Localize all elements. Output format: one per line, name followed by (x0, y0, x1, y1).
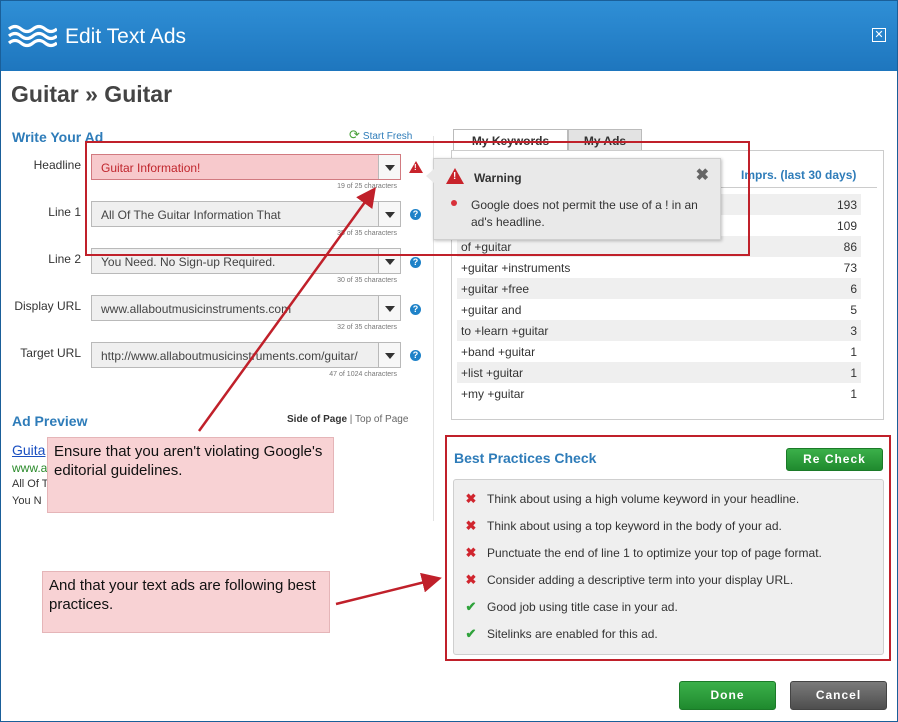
wave-logo-icon (7, 24, 57, 48)
top-of-page-tab[interactable]: Top of Page (355, 414, 408, 425)
editorial-guidelines-callout: Ensure that you aren't violating Google'… (47, 437, 334, 513)
keyword-impressions: 5 (850, 303, 857, 317)
impressions-column-header[interactable]: Imprs. (last 30 days) (741, 168, 856, 182)
keyword-impressions: 73 (843, 261, 857, 275)
cancel-button[interactable]: Cancel (790, 681, 887, 710)
display-url-field[interactable]: www.allaboutmusicinstruments.com (91, 295, 401, 321)
keyword-impressions: 193 (836, 198, 857, 212)
target-url-label: Target URL (20, 346, 81, 360)
keyword-impressions: 1 (850, 366, 857, 380)
line2-char-count: 30 of 35 characters (337, 277, 397, 284)
best-practices-title: Best Practices Check (454, 450, 597, 466)
close-icon: ✕ (874, 29, 884, 41)
keyword-impressions: 1 (850, 387, 857, 401)
target-url-value: http://www.allaboutmusicinstruments.com/… (101, 349, 358, 363)
pass-check-icon: ✔ (465, 626, 477, 641)
best-practice-text: Think about using a high volume keyword … (487, 492, 800, 506)
keyword-impressions: 3 (850, 324, 857, 338)
done-button[interactable]: Done (679, 681, 776, 710)
keyword-text: +band +guitar (461, 345, 536, 359)
best-practice-text: Think about using a top keyword in the b… (487, 519, 782, 533)
best-practice-item: ✖ Think about using a high volume keyword… (463, 491, 800, 507)
keyword-row[interactable]: +guitar and 5 (457, 299, 861, 320)
best-practice-item: ✖ Think about using a top keyword in the … (463, 518, 782, 534)
line1-label: Line 1 (48, 205, 81, 219)
recheck-button[interactable]: Re Check (786, 448, 883, 471)
close-dialog-button[interactable]: ✕ (872, 28, 886, 42)
best-practice-text: Sitelinks are enabled for this ad. (487, 627, 658, 641)
edit-text-ads-dialog: Edit Text Ads ✕ Guitar » Guitar Write Yo… (0, 0, 898, 722)
line2-label: Line 2 (48, 252, 81, 266)
keyword-impressions: 109 (836, 219, 857, 233)
display-url-dropdown-button[interactable] (378, 296, 400, 320)
best-practice-item: ✔ Good job using title case in your ad. (463, 599, 678, 615)
display-url-label: Display URL (14, 299, 81, 313)
best-practice-text: Consider adding a descriptive term into … (487, 573, 794, 587)
fail-x-icon: ✖ (465, 572, 477, 587)
fail-x-icon: ✖ (465, 518, 477, 533)
preview-tabs-separator: | (349, 414, 353, 425)
keyword-text: +guitar +free (461, 282, 530, 296)
pass-check-icon: ✔ (465, 599, 477, 614)
best-practice-item: ✖ Consider adding a descriptive term into… (463, 572, 794, 588)
keyword-text: +my +guitar (461, 387, 525, 401)
display-url-value: www.allaboutmusicinstruments.com (101, 302, 292, 316)
fail-x-icon: ✖ (465, 491, 477, 506)
line2-help-icon[interactable]: ? (410, 257, 421, 268)
preview-position-tabs: Side of Page | Top of Page (287, 414, 408, 425)
keyword-row[interactable]: +guitar +free 6 (457, 278, 861, 299)
keyword-text: to +learn +guitar (461, 324, 549, 338)
preview-ad-line1: All Of T (12, 478, 49, 490)
best-practices-arrow (335, 572, 442, 606)
preview-ad-title[interactable]: Guita (12, 442, 45, 458)
best-practice-text: Punctuate the end of line 1 to optimize … (487, 546, 822, 560)
title-bar: Edit Text Ads ✕ (1, 1, 897, 71)
headline-label: Headline (33, 158, 81, 172)
keyword-text: +guitar and (461, 303, 522, 317)
best-practice-text: Good job using title case in your ad. (487, 600, 678, 614)
headline-warning-highlight (85, 141, 750, 256)
keyword-row[interactable]: +guitar +instruments 73 (457, 257, 861, 278)
keyword-text: +list +guitar (461, 366, 524, 380)
best-practice-item: ✔ Sitelinks are enabled for this ad. (463, 626, 658, 642)
line2-value: You Need. No Sign-up Required. (101, 255, 276, 269)
best-practices-callout: And that your text ads are following bes… (42, 571, 330, 633)
keyword-impressions: 6 (850, 282, 857, 296)
keyword-row[interactable]: to +learn +guitar 3 (457, 320, 861, 341)
preview-ad-line2: You N (12, 495, 42, 507)
ad-preview-title: Ad Preview (12, 413, 88, 429)
target-url-dropdown-button[interactable] (378, 343, 400, 367)
keyword-impressions: 1 (850, 345, 857, 359)
dialog-title: Edit Text Ads (65, 25, 187, 48)
display-url-help-icon[interactable]: ? (410, 304, 421, 315)
side-of-page-tab[interactable]: Side of Page (287, 414, 347, 425)
preview-ad-url: www.a (12, 461, 48, 475)
keyword-row[interactable]: +band +guitar 1 (457, 341, 861, 362)
keyword-row[interactable]: +my +guitar 1 (457, 383, 861, 404)
keyword-text: +guitar +instruments (461, 261, 571, 275)
keyword-impressions: 86 (843, 240, 857, 254)
target-url-char-count: 47 of 1024 characters (329, 371, 397, 378)
keyword-row[interactable]: +list +guitar 1 (457, 362, 861, 383)
refresh-icon: ⟳ (349, 127, 360, 142)
best-practice-item: ✖ Punctuate the end of line 1 to optimize… (463, 545, 822, 561)
target-url-field[interactable]: http://www.allaboutmusicinstruments.com/… (91, 342, 401, 368)
page-title: Guitar » Guitar (11, 81, 173, 107)
display-url-char-count: 32 of 35 characters (337, 324, 397, 331)
target-url-help-icon[interactable]: ? (410, 350, 421, 361)
fail-x-icon: ✖ (465, 545, 477, 560)
